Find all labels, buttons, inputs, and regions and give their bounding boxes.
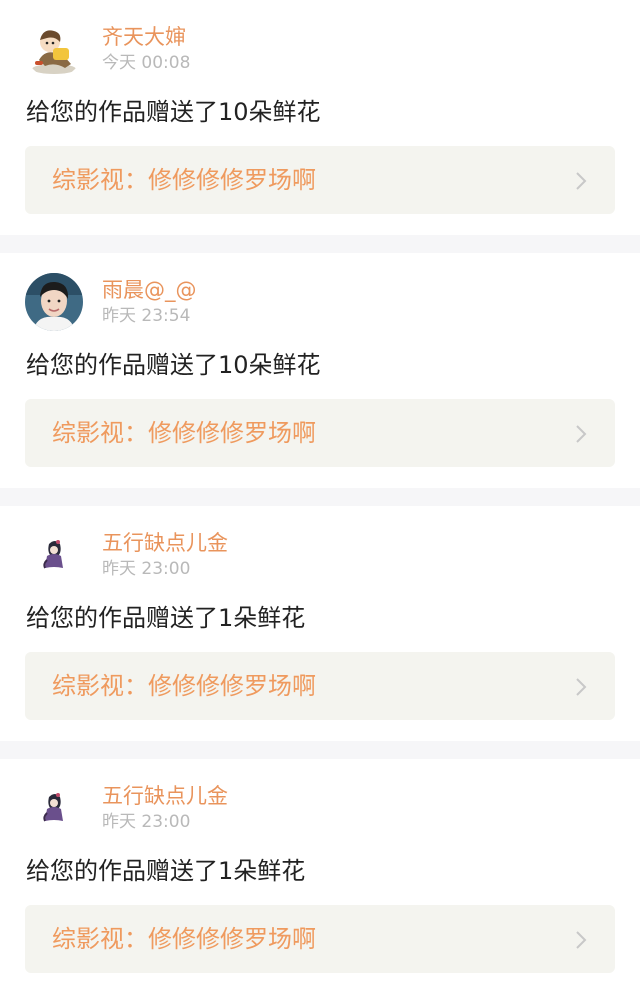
avatar[interactable] [25,526,83,584]
work-link[interactable]: 综影视：修修修修罗场啊 [25,399,615,467]
gift-notification-feed: 齐天大婶 今天 00:08 给您的作品赠送了10朵鲜花 综影视：修修修修罗场啊 … [0,0,640,991]
gift-message: 给您的作品赠送了1朵鲜花 [26,604,306,632]
list-item: 雨晨@_@ 昨天 23:54 给您的作品赠送了10朵鲜花 综影视：修修修修罗场啊 [0,253,640,506]
work-title: 综影视：修修修修罗场啊 [52,925,316,953]
avatar[interactable] [25,273,83,331]
small-figure-avatar-icon [25,779,83,837]
avatar[interactable] [25,779,83,837]
username[interactable]: 五行缺点儿金 [102,783,228,809]
work-title: 综影视：修修修修罗场啊 [52,419,316,447]
gift-message: 给您的作品赠送了10朵鲜花 [26,351,321,379]
chevron-right-icon [575,930,587,950]
work-link[interactable]: 综影视：修修修修罗场啊 [25,905,615,973]
cartoon-character-avatar-icon [25,20,83,78]
username[interactable]: 雨晨@_@ [102,277,197,303]
work-link[interactable]: 综影视：修修修修罗场啊 [25,652,615,720]
chevron-right-icon [575,677,587,697]
gift-message: 给您的作品赠送了1朵鲜花 [26,857,306,885]
username[interactable]: 齐天大婶 [102,24,186,50]
list-item: 齐天大婶 今天 00:08 给您的作品赠送了10朵鲜花 综影视：修修修修罗场啊 [0,0,640,253]
chevron-right-icon [575,171,587,191]
chevron-right-icon [575,424,587,444]
timestamp: 昨天 23:00 [102,812,191,832]
list-item: 五行缺点儿金 昨天 23:00 给您的作品赠送了1朵鲜花 综影视：修修修修罗场啊 [0,759,640,991]
timestamp: 昨天 23:54 [102,306,191,326]
username[interactable]: 五行缺点儿金 [102,530,228,556]
work-link[interactable]: 综影视：修修修修罗场啊 [25,146,615,214]
work-title: 综影视：修修修修罗场啊 [52,672,316,700]
timestamp: 今天 00:08 [102,53,191,73]
gift-message: 给您的作品赠送了10朵鲜花 [26,98,321,126]
portrait-photo-avatar-icon [25,273,83,331]
avatar[interactable] [25,20,83,78]
list-item: 五行缺点儿金 昨天 23:00 给您的作品赠送了1朵鲜花 综影视：修修修修罗场啊 [0,506,640,759]
timestamp: 昨天 23:00 [102,559,191,579]
small-figure-avatar-icon [25,526,83,584]
work-title: 综影视：修修修修罗场啊 [52,166,316,194]
